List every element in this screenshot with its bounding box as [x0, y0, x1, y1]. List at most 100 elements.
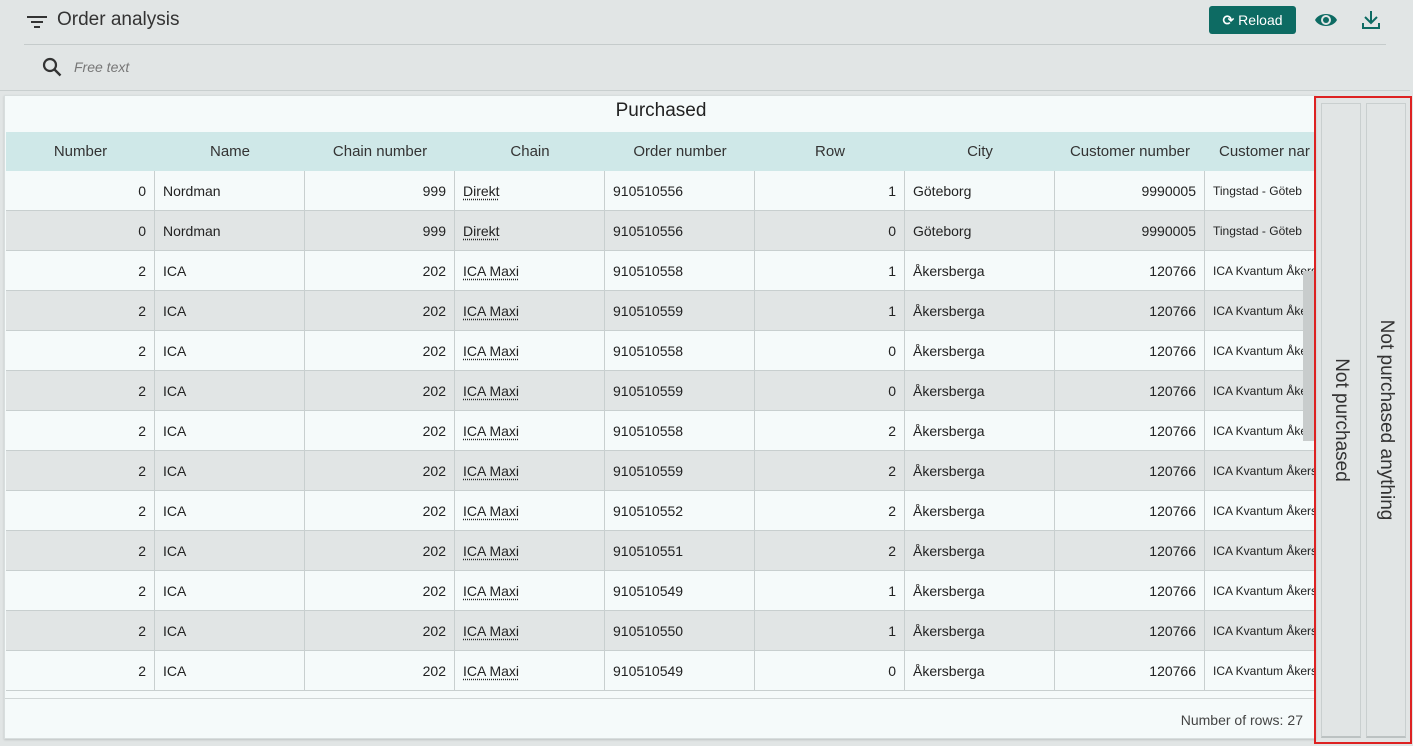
table-cell: ICA Kvantum Åkers — [1205, 611, 1315, 650]
table-cell[interactable]: ICA Maxi — [455, 331, 605, 370]
table-cell: 202 — [305, 451, 455, 490]
table-cell: 910510552 — [605, 491, 755, 530]
table-cell: Åkersberga — [905, 451, 1055, 490]
table-row[interactable]: 2 ICA 202 ICA Maxi 910510558 0 Åkersberga 12076… — [6, 331, 1315, 371]
table-cell[interactable]: Direkt — [455, 171, 605, 210]
column-header[interactable]: Name — [155, 132, 305, 171]
table-cell: 202 — [305, 331, 455, 370]
cell-text: 202 — [422, 302, 446, 319]
chain-link[interactable]: ICA Maxi — [463, 663, 519, 679]
cell-text: 0 — [888, 342, 896, 359]
table-cell: 2 — [6, 291, 155, 330]
tab-not-purchased-anything[interactable]: Not purchased anything — [1366, 103, 1406, 738]
table-cell: ICA — [155, 371, 305, 410]
cell-text: 202 — [422, 422, 446, 439]
chain-link[interactable]: Direkt — [463, 223, 500, 239]
table-cell[interactable]: ICA Maxi — [455, 291, 605, 330]
table-row[interactable]: 2 ICA 202 ICA Maxi 910510559 2 Åkersberga 12076… — [6, 451, 1315, 491]
table-row[interactable]: 0 Nordman 999 Direkt 910510556 1 Göteborg 99900… — [6, 171, 1315, 211]
cell-text: 0 — [888, 382, 896, 399]
table-cell[interactable]: ICA Maxi — [455, 451, 605, 490]
filter-icon[interactable] — [26, 12, 48, 32]
chain-link[interactable]: ICA Maxi — [463, 343, 519, 359]
table-row[interactable]: 2 ICA 202 ICA Maxi 910510559 0 Åkersberga 12076… — [6, 371, 1315, 411]
cell-text: Åkersberga — [913, 262, 985, 279]
column-header[interactable]: City — [905, 132, 1055, 171]
table-cell: 202 — [305, 611, 455, 650]
cell-text: 2 — [138, 502, 146, 519]
table-cell: 2 — [6, 571, 155, 610]
column-header[interactable]: Number — [6, 132, 155, 171]
table-row[interactable]: 2 ICA 202 ICA Maxi 910510552 2 Åkersberga 12076… — [6, 491, 1315, 531]
table-cell: 910510559 — [605, 371, 755, 410]
cell-text: 2 — [138, 262, 146, 279]
chain-link[interactable]: ICA Maxi — [463, 463, 519, 479]
reload-icon: ⟳ — [1222, 11, 1235, 28]
table-cell: Åkersberga — [905, 291, 1055, 330]
chain-link[interactable]: ICA Maxi — [463, 543, 519, 559]
table-cell: 910510559 — [605, 451, 755, 490]
cell-text: 2 — [888, 542, 896, 559]
table-row[interactable]: 2 ICA 202 ICA Maxi 910510559 1 Åkersberga 12076… — [6, 291, 1315, 331]
cell-text: 9990005 — [1141, 222, 1196, 239]
table-cell: 910510551 — [605, 531, 755, 570]
cell-text: 999 — [422, 182, 446, 199]
column-header[interactable]: Customer number — [1055, 132, 1205, 171]
chain-link[interactable]: ICA Maxi — [463, 263, 519, 279]
chain-link[interactable]: ICA Maxi — [463, 583, 519, 599]
table-body: 0 Nordman 999 Direkt 910510556 1 Göteborg 99900… — [6, 171, 1316, 698]
cell-text: 120766 — [1149, 382, 1196, 399]
column-header[interactable]: Row — [755, 132, 905, 171]
table-cell: 202 — [305, 491, 455, 530]
table-cell: 9990005 — [1055, 211, 1205, 250]
cell-text: 910510551 — [613, 542, 684, 559]
download-icon[interactable] — [1361, 9, 1381, 31]
table-cell: 1 — [755, 171, 905, 210]
chain-link[interactable]: ICA Maxi — [463, 503, 519, 519]
cell-text: 2 — [138, 342, 146, 359]
table-row[interactable]: 0 Nordman 999 Direkt 910510556 0 Göteborg 99900… — [6, 211, 1315, 251]
chain-link[interactable]: ICA Maxi — [463, 383, 519, 399]
table-cell[interactable]: ICA Maxi — [455, 491, 605, 530]
table-cell: 2 — [6, 451, 155, 490]
column-header[interactable]: Chain number — [305, 132, 455, 171]
table-cell[interactable]: ICA Maxi — [455, 531, 605, 570]
table-cell[interactable]: ICA Maxi — [455, 251, 605, 290]
chain-link[interactable]: ICA Maxi — [463, 303, 519, 319]
tab-not-purchased[interactable]: Not purchased — [1321, 103, 1361, 738]
table-cell: 910510558 — [605, 251, 755, 290]
table-cell: 9990005 — [1055, 171, 1205, 210]
chain-link[interactable]: ICA Maxi — [463, 623, 519, 639]
cell-text: 910510550 — [613, 622, 684, 639]
table-row[interactable]: 2 ICA 202 ICA Maxi 910510558 2 Åkersberga 12076… — [6, 411, 1315, 451]
table-cell[interactable]: ICA Maxi — [455, 371, 605, 410]
column-header[interactable]: Customer nar — [1205, 132, 1315, 171]
cell-text: 910510559 — [613, 462, 684, 479]
table-cell: 0 — [6, 171, 155, 210]
cell-text: ICA Kvantum Åkers — [1213, 663, 1316, 678]
table-cell: ICA — [155, 331, 305, 370]
table-row[interactable]: 2 ICA 202 ICA Maxi 910510551 2 Åkersberga 12076… — [6, 531, 1315, 571]
table-cell: ICA Kvantum Åkers — [1205, 291, 1315, 330]
table-cell[interactable]: ICA Maxi — [455, 611, 605, 650]
chain-link[interactable]: ICA Maxi — [463, 423, 519, 439]
reload-button[interactable]: ⟳ Reload — [1209, 6, 1296, 34]
table-row[interactable]: 2 ICA 202 ICA Maxi 910510549 0 Åkersberga 12076… — [6, 651, 1316, 691]
chain-link[interactable]: Direkt — [463, 183, 500, 199]
table-row[interactable]: 2 ICA 202 ICA Maxi 910510550 1 Åkersberga 12076… — [6, 611, 1315, 651]
cell-text: Tingstad - Göteb — [1213, 223, 1302, 238]
search-input[interactable] — [74, 56, 774, 78]
table-cell: Göteborg — [905, 211, 1055, 250]
table-cell[interactable]: ICA Maxi — [455, 411, 605, 450]
column-header[interactable]: Chain — [455, 132, 605, 171]
table-row[interactable]: 2 ICA 202 ICA Maxi 910510549 1 Åkersberga 12076… — [6, 571, 1315, 611]
cell-text: 202 — [422, 262, 446, 279]
table-cell[interactable]: ICA Maxi — [455, 571, 605, 610]
eye-icon[interactable] — [1314, 10, 1338, 30]
table-cell[interactable]: Direkt — [455, 211, 605, 250]
table-cell: Åkersberga — [905, 251, 1055, 290]
table-row[interactable]: 2 ICA 202 ICA Maxi 910510558 1 Åkersberga 12076… — [6, 251, 1315, 291]
column-header[interactable]: Order number — [605, 132, 755, 171]
scrollbar-thumb[interactable] — [1303, 271, 1315, 441]
table-cell[interactable]: ICA Maxi — [455, 651, 605, 690]
